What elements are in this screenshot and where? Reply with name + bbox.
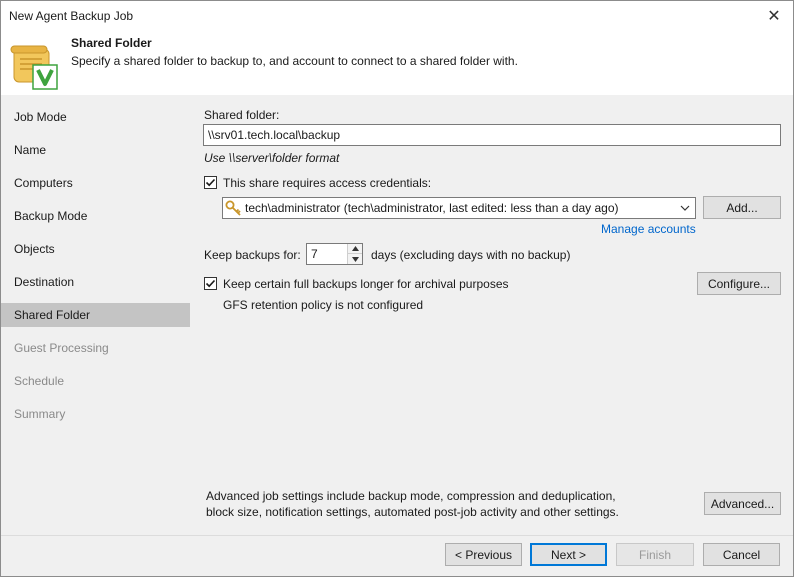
nav-step-name[interactable]: Name bbox=[1, 138, 190, 162]
finish-button: Finish bbox=[616, 543, 694, 566]
configure-gfs-button[interactable]: Configure... bbox=[697, 272, 781, 295]
credentials-dropdown[interactable]: tech\administrator (tech\administrator, … bbox=[222, 197, 696, 219]
window-title: New Agent Backup Job bbox=[9, 9, 134, 23]
keep-backups-stepper[interactable]: 7 bbox=[306, 243, 363, 265]
title-bar: New Agent Backup Job ✕ bbox=[1, 1, 793, 31]
add-credentials-button[interactable]: Add... bbox=[703, 196, 781, 219]
checkmark-icon bbox=[205, 178, 216, 187]
previous-button[interactable]: < Previous bbox=[445, 543, 522, 566]
next-button[interactable]: Next > bbox=[530, 543, 607, 566]
page-title: Shared Folder bbox=[71, 36, 152, 50]
close-icon[interactable]: ✕ bbox=[761, 4, 787, 28]
wizard-header: Shared Folder Specify a shared folder to… bbox=[1, 31, 793, 95]
wizard-content: Shared folder: \\srv01.tech.local\backup… bbox=[190, 95, 793, 535]
nav-step-objects[interactable]: Objects bbox=[1, 237, 190, 261]
manage-accounts-link[interactable]: Manage accounts bbox=[601, 222, 696, 236]
shared-folder-label: Shared folder: bbox=[204, 108, 280, 122]
scroll-check-icon bbox=[10, 45, 58, 90]
gfs-checkbox[interactable] bbox=[204, 277, 217, 290]
wizard-footer: < Previous Next > Finish Cancel bbox=[1, 535, 793, 576]
key-icon bbox=[225, 200, 241, 216]
cancel-button[interactable]: Cancel bbox=[703, 543, 780, 566]
page-description: Specify a shared folder to backup to, an… bbox=[71, 54, 518, 68]
checkmark-icon bbox=[205, 279, 216, 288]
stepper-down-icon[interactable] bbox=[348, 254, 362, 264]
advanced-description-line1: Advanced job settings include backup mod… bbox=[206, 489, 616, 503]
wizard-steps-nav: Job Mode Name Computers Backup Mode Obje… bbox=[1, 95, 190, 535]
nav-step-schedule: Schedule bbox=[14, 374, 65, 388]
nav-step-shared-folder[interactable]: Shared Folder bbox=[1, 303, 190, 327]
nav-step-summary: Summary bbox=[14, 407, 66, 421]
nav-step-computers[interactable]: Computers bbox=[1, 171, 190, 195]
keep-backups-label: Keep backups for: bbox=[204, 248, 301, 262]
gfs-status-text: GFS retention policy is not configured bbox=[223, 298, 424, 312]
advanced-settings-button[interactable]: Advanced... bbox=[704, 492, 781, 515]
nav-step-job-mode[interactable]: Job Mode bbox=[1, 105, 190, 129]
stepper-up-icon[interactable] bbox=[348, 244, 362, 254]
stepper-buttons bbox=[347, 244, 362, 264]
keep-backups-value: 7 bbox=[311, 247, 318, 261]
format-hint: Use \\server\folder format bbox=[204, 151, 340, 165]
keep-backups-suffix: days (excluding days with no backup) bbox=[371, 248, 571, 262]
gfs-checkbox-label: Keep certain full backups longer for arc… bbox=[223, 277, 509, 291]
nav-step-backup-mode[interactable]: Backup Mode bbox=[1, 204, 190, 228]
credentials-value: tech\administrator (tech\administrator, … bbox=[245, 201, 619, 215]
nav-step-destination[interactable]: Destination bbox=[1, 270, 190, 294]
advanced-description-line2: block size, notification settings, autom… bbox=[206, 505, 619, 519]
chevron-down-icon bbox=[680, 205, 690, 211]
credentials-checkbox[interactable] bbox=[204, 176, 217, 189]
nav-step-guest-processing: Guest Processing bbox=[14, 341, 109, 355]
dialog-window: New Agent Backup Job ✕ Shared Folder Spe… bbox=[0, 0, 794, 577]
shared-folder-input[interactable]: \\srv01.tech.local\backup bbox=[203, 124, 781, 146]
credentials-checkbox-label: This share requires access credentials: bbox=[223, 176, 432, 190]
